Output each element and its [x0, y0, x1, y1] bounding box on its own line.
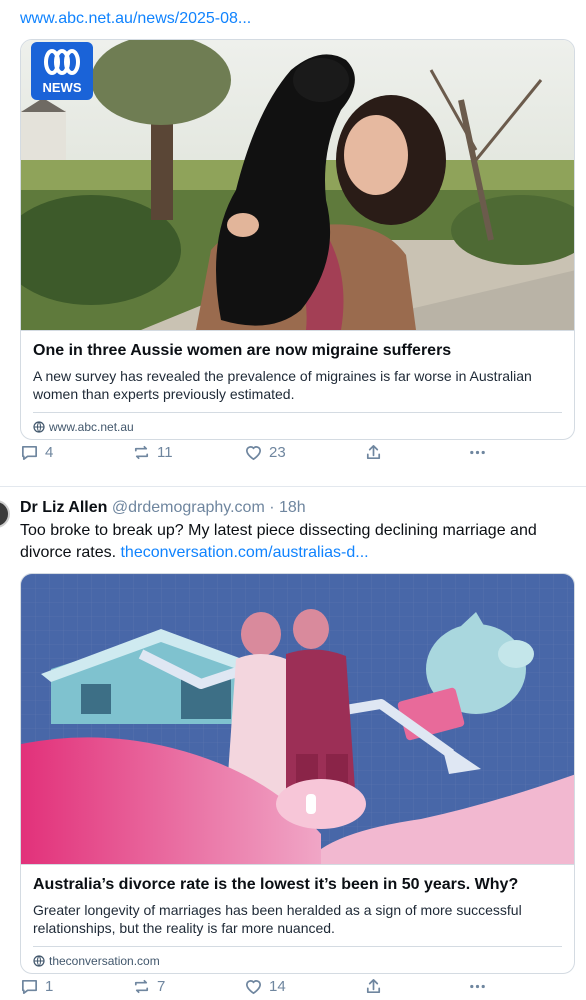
card-domain-text: www.abc.net.au [49, 420, 134, 434]
card-title: Australia’s divorce rate is the lowest i… [33, 876, 519, 893]
reply-button[interactable]: 1 [20, 977, 53, 996]
more-button[interactable] [468, 977, 487, 996]
link-card-conversation[interactable]: Australia’s divorce rate is the lowest i… [20, 573, 575, 974]
card-domain: theconversation.com [33, 947, 562, 973]
abc-news-logo-text: NEWS [42, 80, 82, 95]
card-description: Greater longevity of marriages has been … [33, 902, 522, 936]
repost-icon [134, 979, 149, 993]
reply-button[interactable]: 4 [20, 443, 53, 462]
reply-count: 1 [45, 977, 54, 995]
like-count: 23 [269, 443, 286, 461]
repost-count: 11 [157, 443, 173, 461]
repost-icon [134, 445, 149, 459]
avatar[interactable] [0, 500, 10, 528]
card-image [21, 574, 574, 864]
card-title: One in three Aussie women are now migrai… [33, 342, 452, 359]
header-separator: · [264, 499, 279, 516]
like-icon [245, 979, 262, 994]
like-count: 14 [269, 977, 286, 995]
repost-button[interactable]: 11 [132, 443, 173, 462]
card-image: NEWS [21, 40, 574, 330]
post-time[interactable]: 18h [279, 499, 306, 516]
post-link[interactable]: www.abc.net.au/news/2025-08... [20, 10, 251, 28]
post-header: Dr Liz Allen @drdemography.com · 18h [20, 497, 306, 519]
author-handle[interactable]: @drdemography.com [112, 499, 265, 516]
card-domain-text: theconversation.com [49, 954, 160, 968]
repost-button[interactable]: 7 [132, 977, 165, 996]
share-button[interactable] [364, 443, 383, 462]
more-icon [470, 450, 485, 454]
more-button[interactable] [468, 443, 487, 462]
share-icon [366, 978, 381, 993]
card-description: A new survey has revealed the prevalence… [33, 368, 532, 402]
share-icon [366, 444, 381, 459]
card-text: Australia’s divorce rate is the lowest i… [21, 864, 574, 973]
share-button[interactable] [364, 977, 383, 996]
globe-icon [33, 955, 45, 967]
post-text: Too broke to break up? My latest piece d… [20, 520, 576, 564]
reply-icon [21, 979, 38, 994]
like-icon [245, 445, 262, 460]
repost-count: 7 [157, 977, 166, 995]
reply-count: 4 [45, 443, 54, 461]
reply-icon [21, 445, 38, 460]
card-domain: www.abc.net.au [33, 413, 562, 439]
like-button[interactable]: 14 [244, 977, 286, 996]
post-link[interactable]: theconversation.com/australias-d... [120, 544, 368, 561]
author-name[interactable]: Dr Liz Allen [20, 499, 107, 516]
like-button[interactable]: 23 [244, 443, 286, 462]
post-divider [0, 486, 586, 487]
link-card-abc[interactable]: NEWS One in three Aussie women are now m… [20, 39, 575, 440]
globe-icon [33, 421, 45, 433]
card-text: One in three Aussie women are now migrai… [21, 330, 574, 439]
more-icon [470, 984, 485, 988]
